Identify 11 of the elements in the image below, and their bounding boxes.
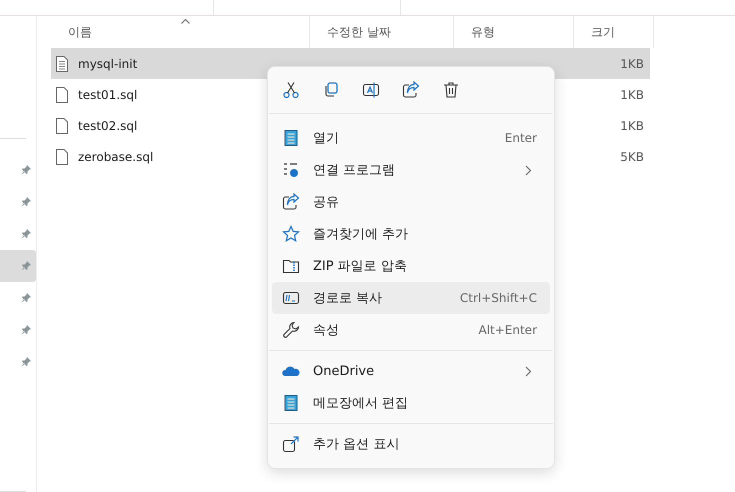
file-size: 1KB <box>620 118 644 132</box>
file-name: zerobase.sql <box>78 150 154 164</box>
file-name: test01.sql <box>78 88 138 102</box>
file-name: test02.sql <box>78 118 138 132</box>
file-size: 1KB <box>620 88 644 102</box>
shortcut-text: Alt+Enter <box>478 323 537 337</box>
file-size: 5KB <box>620 150 644 164</box>
shortcut-text: Ctrl+Shift+C <box>460 291 537 305</box>
file-name: mysql-init <box>78 56 138 70</box>
shortcut-text: Enter <box>504 131 537 145</box>
file-size: 1KB <box>620 56 644 70</box>
